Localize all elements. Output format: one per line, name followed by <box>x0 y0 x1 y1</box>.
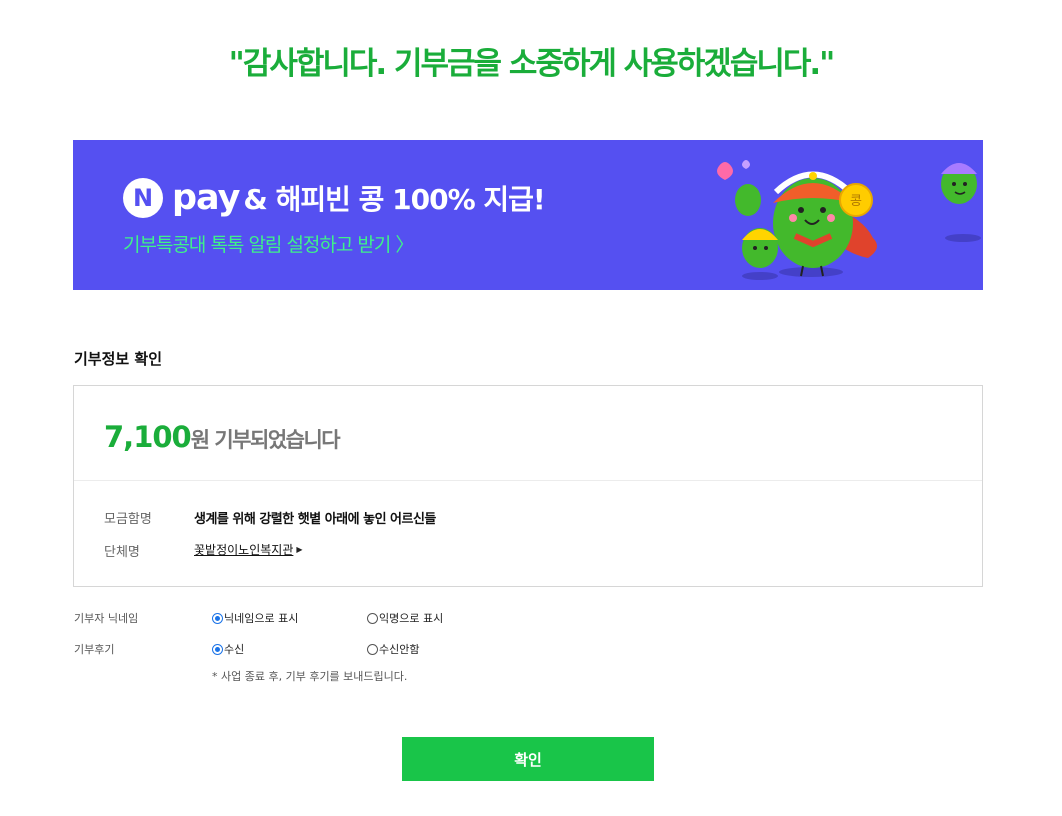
org-row: 단체명 꽃밭정이노인복지관 ▶ <box>104 541 303 560</box>
org-label: 단체명 <box>104 545 140 560</box>
radio-review-receive[interactable]: 수신 <box>212 641 367 657</box>
nickname-label: 기부자 닉네임 <box>74 612 139 625</box>
radio-review-decline[interactable]: 수신안함 <box>367 641 522 657</box>
radio-unchecked-icon[interactable] <box>367 612 378 624</box>
thank-you-headline: "감사합니다. 기부금을 소중하게 사용하겠습니다." <box>228 46 836 82</box>
bean-mascot-illustration-icon: 콩 <box>717 160 981 280</box>
org-link[interactable]: 꽃밭정이노인복지관 <box>194 543 293 557</box>
donation-amount: 7,100 <box>104 420 192 454</box>
radio-checked-icon[interactable] <box>212 612 223 624</box>
nickname-option-row: 기부자 닉네임 닉네임으로 표시 익명으로 표시 <box>74 610 522 626</box>
npay-promo-banner[interactable]: N pay & 해피빈 콩 100% 지급! 기부특콩대 톡톡 알림 설정하고 … <box>73 140 983 290</box>
arrow-right-icon: ▶ <box>296 545 303 554</box>
banner-subtitle-link[interactable]: 기부특콩대 톡톡 알림 설정하고 받기 〉 <box>123 230 414 257</box>
donation-amount-suffix: 원 기부되었습니다 <box>190 428 341 452</box>
radio-checked-icon[interactable] <box>212 643 223 655</box>
campaign-label: 모금함명 <box>104 512 152 527</box>
donation-amount-row: 7,100 원 기부되었습니다 <box>104 420 341 454</box>
radio-label: 닉네임으로 표시 <box>224 612 299 625</box>
donation-info-box: 7,100 원 기부되었습니다 모금함명 생계를 위해 강렬한 햇볕 아래에 놓… <box>73 385 983 587</box>
radio-anonymous-display[interactable]: 익명으로 표시 <box>367 610 522 626</box>
svg-text:콩: 콩 <box>850 194 862 209</box>
campaign-row: 모금함명 생계를 위해 강렬한 햇볕 아래에 놓인 어르신들 <box>104 508 436 527</box>
review-label: 기부후기 <box>74 643 115 656</box>
npay-logo-icon: N <box>123 178 163 218</box>
divider <box>74 480 982 481</box>
campaign-value: 생계를 위해 강렬한 햇볕 아래에 놓인 어르신들 <box>194 512 436 527</box>
confirm-button[interactable]: 확인 <box>402 737 654 781</box>
section-title: 기부정보 확인 <box>74 350 163 368</box>
pay-word: pay <box>172 178 240 218</box>
review-note: * 사업 종료 후, 기부 후기를 보내드립니다. <box>212 670 408 683</box>
radio-label: 익명으로 표시 <box>379 612 444 625</box>
radio-unchecked-icon[interactable] <box>367 643 378 655</box>
banner-title-row: N pay & 해피빈 콩 100% 지급! <box>123 178 546 218</box>
banner-title: & 해피빈 콩 100% 지급! <box>243 183 545 216</box>
radio-label: 수신 <box>224 643 245 656</box>
radio-nickname-display[interactable]: 닉네임으로 표시 <box>212 610 367 626</box>
radio-label: 수신안함 <box>379 643 420 656</box>
org-link-wrap[interactable]: 꽃밭정이노인복지관 ▶ <box>194 541 303 560</box>
review-option-row: 기부후기 수신 수신안함 <box>74 641 522 657</box>
